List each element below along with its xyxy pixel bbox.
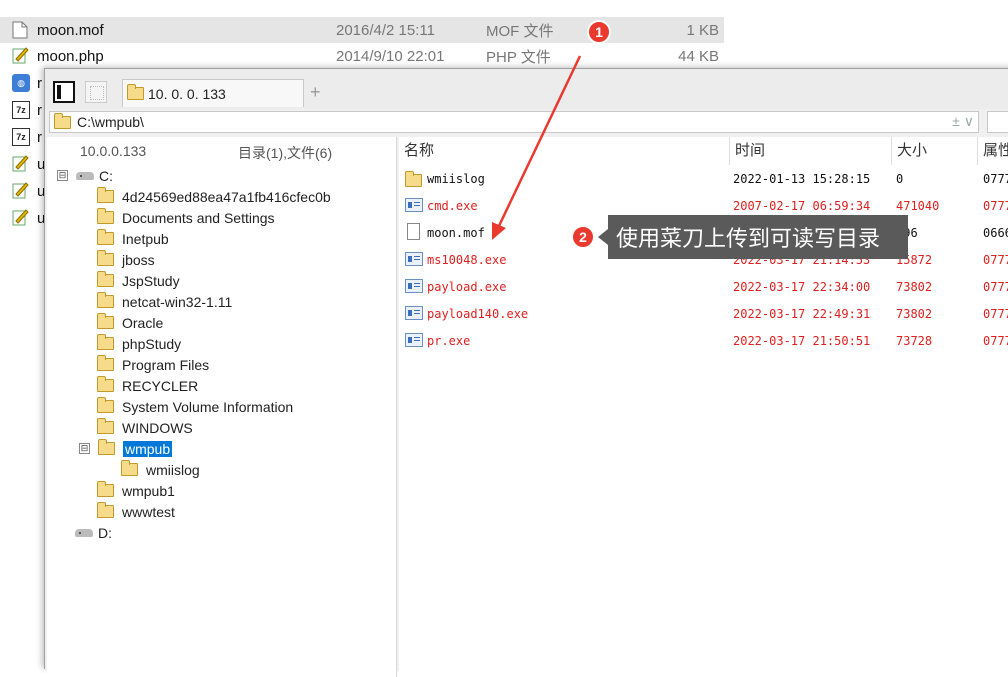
annotation-arrow [492, 55, 582, 240]
callout-pointer [598, 229, 608, 245]
step-badge-1: 1 [587, 20, 611, 44]
annotation-callout: 使用菜刀上传到可读写目录 [608, 215, 908, 259]
step-badge-2: 2 [571, 225, 595, 249]
